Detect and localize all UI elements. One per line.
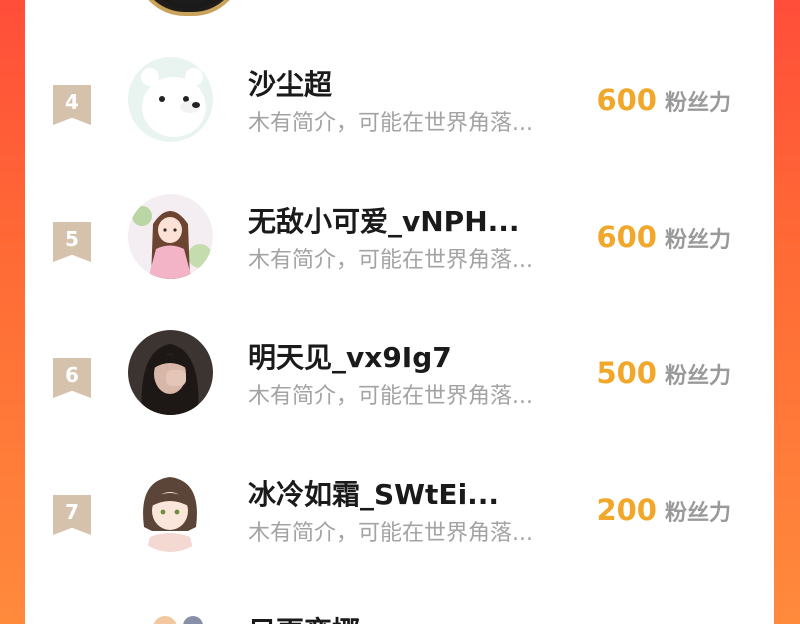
rank-badge-icon: 5 [53, 222, 91, 262]
fans-power: 500 粉丝力 [596, 356, 731, 390]
ranking-row-4[interactable]: 4 沙尘超 木有简介，可能在世界角落... 600 粉丝力 [25, 57, 774, 167]
fans-count: 500 [596, 356, 657, 390]
fans-label: 粉丝力 [664, 228, 731, 253]
photo-girl-avatar-icon [128, 330, 213, 415]
fans-count: 200 [596, 493, 657, 527]
user-bio: 木有简介，可能在世界角落... [248, 248, 533, 273]
fans-power: 600 粉丝力 [596, 83, 731, 117]
fans-label: 粉丝力 [664, 501, 731, 526]
avatar[interactable] [128, 467, 213, 552]
user-name[interactable]: 沙尘超 [248, 63, 332, 103]
avatar-partial-bottom[interactable] [135, 608, 215, 624]
user-name[interactable]: 冰冷如霜_SWtEi... [248, 473, 499, 513]
ranking-row-6[interactable]: 6 明天见_vx9Ig7 木有简介，可能在世界角落... 500 粉丝力 [25, 330, 774, 440]
user-name[interactable]: 无敌小可爱_vNPH... [248, 200, 520, 240]
fans-power: 600 粉丝力 [596, 220, 731, 254]
partial-avatar-icon [153, 616, 203, 624]
fans-label: 粉丝力 [664, 91, 731, 116]
polar-bear-avatar-icon [128, 57, 213, 142]
user-name[interactable]: 明天见_vx9Ig7 [248, 336, 452, 376]
rank-badge-icon: 6 [53, 358, 91, 398]
user-bio: 木有简介，可能在世界角落... [248, 521, 533, 546]
avatar[interactable] [128, 194, 213, 279]
fans-count: 600 [596, 83, 657, 117]
fans-label: 粉丝力 [664, 364, 731, 389]
ranking-row-5[interactable]: 5 无敌小可爱_vNPH... 木有简介，可能在世界角落... 600 粉丝力 [25, 194, 774, 304]
anime-bob-avatar-icon [128, 467, 213, 552]
ranking-row-7[interactable]: 7 冰冷如霜_SWtEi... 木有简介，可能在世界角落... 200 粉丝力 [25, 467, 774, 577]
fans-count: 600 [596, 220, 657, 254]
user-name[interactable]: 只更变挪 [248, 610, 360, 624]
user-bio: 木有简介，可能在世界角落... [248, 111, 533, 136]
fans-power: 200 粉丝力 [596, 493, 731, 527]
avatar[interactable] [128, 57, 213, 142]
ranking-panel: 4 沙尘超 木有简介，可能在世界角落... 600 粉丝力 5 无敌小可爱_vN… [25, 0, 774, 624]
anime-girl-avatar-icon [128, 194, 213, 279]
rank-badge-icon: 4 [53, 85, 91, 125]
rank-badge-icon: 7 [53, 495, 91, 535]
avatar[interactable] [128, 330, 213, 415]
avatar-partial-top[interactable] [135, 0, 243, 16]
user-bio: 木有简介，可能在世界角落... [248, 384, 533, 409]
